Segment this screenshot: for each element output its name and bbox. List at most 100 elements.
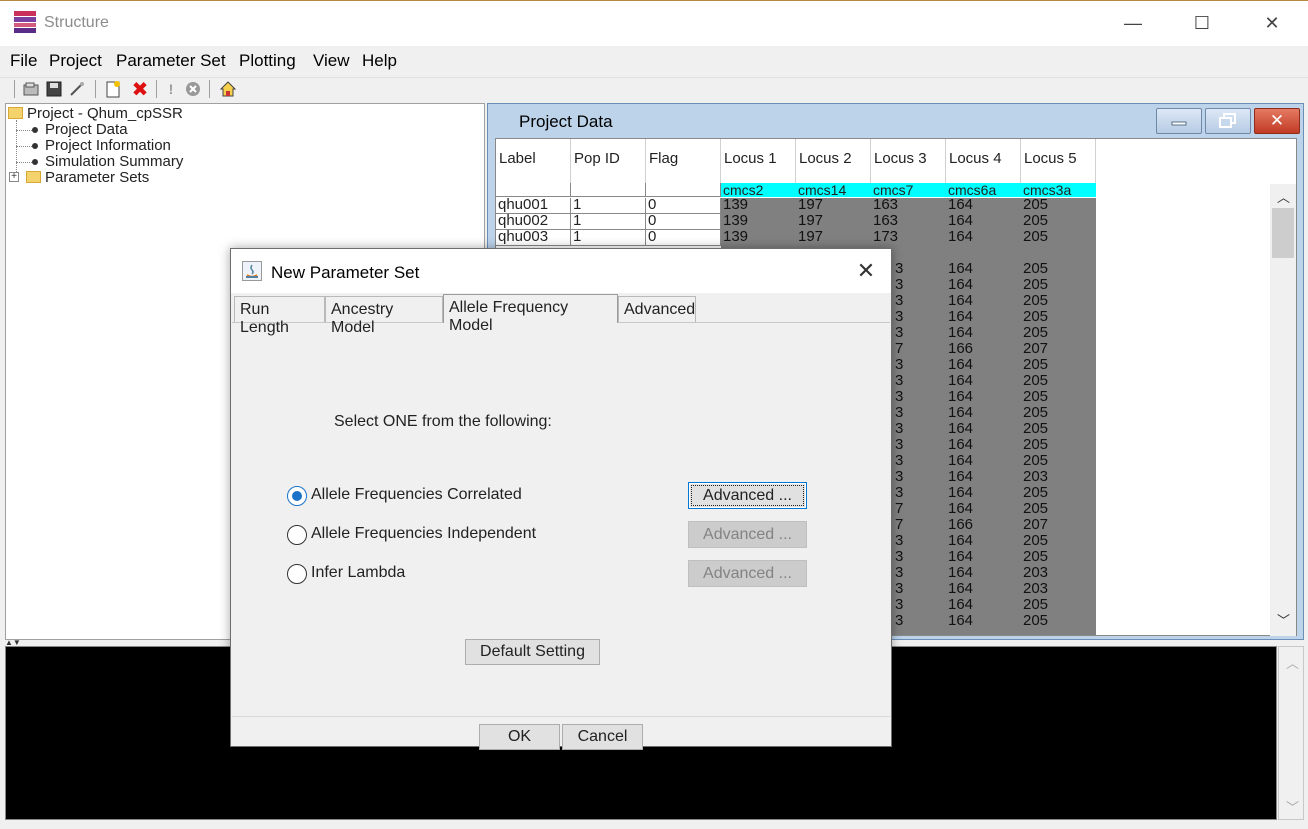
toolbar-separator	[95, 80, 96, 98]
table-cell-blank	[646, 183, 721, 197]
close-icon: ✕	[856, 258, 876, 283]
selection-prompt: Select ONE from the following:	[334, 413, 552, 430]
menu-file[interactable]: File	[10, 51, 37, 71]
scroll-up-icon[interactable]: ︿	[1277, 187, 1290, 206]
tree-item-simulation-summary[interactable]: Simulation Summary	[45, 153, 183, 170]
menu-parameter-set[interactable]: Parameter Set	[116, 51, 226, 71]
inner-restore-button[interactable]	[1205, 108, 1251, 134]
tree-item-project-information[interactable]: Project Information	[45, 137, 171, 154]
table-row[interactable]: qhu003 1 0 139 197 173 164 205	[496, 229, 1096, 246]
menu-plotting[interactable]: Plotting	[239, 51, 296, 71]
table-cell: 1	[571, 213, 646, 230]
column-header[interactable]: Locus 5	[1021, 139, 1096, 183]
table-cell: 164	[946, 613, 1021, 630]
splitter-arrows-icon[interactable]: ▲▼	[5, 638, 25, 647]
run-icon[interactable]: !	[162, 80, 180, 98]
table-cell-blank	[571, 183, 646, 197]
tree-leaf-bullet-icon	[32, 127, 38, 133]
maximize-icon: ☐	[1193, 12, 1211, 33]
radio-independent[interactable]	[287, 525, 307, 545]
ok-button[interactable]: OK	[479, 724, 560, 750]
tree-connector	[16, 120, 17, 178]
column-header[interactable]: Locus 3	[871, 139, 946, 183]
inner-close-button[interactable]: ✕	[1254, 108, 1300, 134]
minimize-button[interactable]: —	[1103, 0, 1163, 46]
dialog-close-button[interactable]: ✕	[851, 257, 881, 285]
tab-run-length[interactable]: Run Length	[234, 296, 325, 336]
tree-leaf-bullet-icon	[32, 143, 38, 149]
menu-view[interactable]: View	[313, 51, 350, 71]
toolbar-separator	[14, 80, 15, 98]
advanced-correlated-button[interactable]: Advanced ...	[688, 482, 807, 509]
scroll-up-icon[interactable]: ︿	[1286, 653, 1299, 672]
tree-connector	[16, 162, 32, 163]
structure-app-icon	[14, 11, 36, 33]
advanced-infer-lambda-button: Advanced ...	[688, 560, 807, 587]
window-title: Structure	[44, 14, 109, 31]
locus-name-cell: cmcs14	[796, 183, 871, 197]
tab-advanced[interactable]: Advanced	[618, 296, 696, 322]
menu-project[interactable]: Project	[49, 51, 102, 71]
dialog-footer-divider	[232, 716, 890, 717]
option-label-infer-lambda[interactable]: Infer Lambda	[311, 564, 405, 582]
option-label-correlated[interactable]: Allele Frequencies Correlated	[311, 486, 522, 504]
tree-item-project-data[interactable]: Project Data	[45, 121, 128, 138]
stop-icon[interactable]	[184, 80, 202, 98]
new-param-set-icon[interactable]	[104, 80, 122, 98]
inner-minimize-button[interactable]	[1156, 108, 1202, 134]
table-cell: 197	[796, 229, 871, 246]
locus-name-cell: cmcs6a	[946, 183, 1021, 197]
new-parameter-set-dialog: New Parameter Set ✕ Run Length Ancestry …	[230, 248, 892, 750]
project-data-scroll-thumb[interactable]	[1272, 208, 1294, 258]
tab-allele-frequency-model[interactable]: Allele Frequency Model	[443, 294, 618, 334]
tree-root-project[interactable]: Project - Qhum_cpSSR	[8, 105, 183, 122]
table-row[interactable]: qhu002 1 0 139 197 163 164 205	[496, 213, 1096, 230]
table-cell: 1	[571, 229, 646, 246]
table-cell: qhu003	[496, 229, 571, 246]
tree-connector	[16, 146, 32, 147]
cancel-button[interactable]: Cancel	[562, 724, 643, 750]
radio-infer-lambda[interactable]	[287, 564, 307, 584]
tab-ancestry-model[interactable]: Ancestry Model	[325, 296, 443, 336]
locus-name-cell: cmcs3a	[1021, 183, 1096, 197]
table-cell: 139	[721, 229, 796, 246]
java-icon	[242, 261, 262, 281]
radio-selected-dot	[292, 491, 302, 501]
column-header[interactable]: Flag	[646, 139, 721, 183]
folder-icon	[26, 171, 41, 183]
save-project-icon[interactable]	[45, 80, 63, 98]
expand-plus-icon[interactable]: +	[9, 172, 19, 182]
open-project-icon[interactable]	[22, 80, 40, 98]
tree-item-parameter-sets[interactable]: Parameter Sets	[26, 169, 149, 186]
column-header[interactable]: Label	[496, 139, 571, 183]
home-icon[interactable]	[219, 80, 237, 98]
radio-correlated[interactable]	[287, 486, 307, 506]
menu-help[interactable]: Help	[362, 51, 397, 71]
toolbar-separator	[209, 80, 210, 98]
table-cell: 0	[646, 197, 721, 214]
table-row[interactable]: qhu001 1 0 139 197 163 164 205	[496, 197, 1096, 214]
close-button[interactable]: ✕	[1242, 0, 1302, 46]
dialog-title: New Parameter Set	[271, 263, 420, 282]
maximize-button[interactable]: ☐	[1172, 0, 1232, 46]
table-cell: 3	[893, 613, 913, 630]
column-header[interactable]: Pop ID	[571, 139, 646, 183]
table-cell: 0	[646, 213, 721, 230]
scroll-down-icon[interactable]: ﹀	[1286, 797, 1299, 816]
column-header[interactable]: Locus 1	[721, 139, 796, 183]
table-cell: 1	[571, 197, 646, 214]
scroll-down-icon[interactable]: ﹀	[1277, 610, 1290, 629]
wizard-icon[interactable]	[68, 80, 86, 98]
restore-icon	[1219, 113, 1236, 128]
delete-icon[interactable]: ✖	[131, 79, 149, 101]
column-header[interactable]: Locus 4	[946, 139, 1021, 183]
console-scrollbar[interactable]: ︿ ﹀	[1278, 646, 1304, 820]
table-cell: 173	[871, 229, 946, 246]
column-header[interactable]: Locus 2	[796, 139, 871, 183]
default-setting-button[interactable]: Default Setting	[465, 639, 600, 665]
tree-parameter-sets-label: Parameter Sets	[45, 169, 150, 186]
close-icon: ✕	[1269, 111, 1285, 130]
option-label-independent[interactable]: Allele Frequencies Independent	[311, 525, 536, 543]
advanced-independent-button: Advanced ...	[688, 521, 807, 548]
close-icon: ✕	[1264, 12, 1280, 33]
